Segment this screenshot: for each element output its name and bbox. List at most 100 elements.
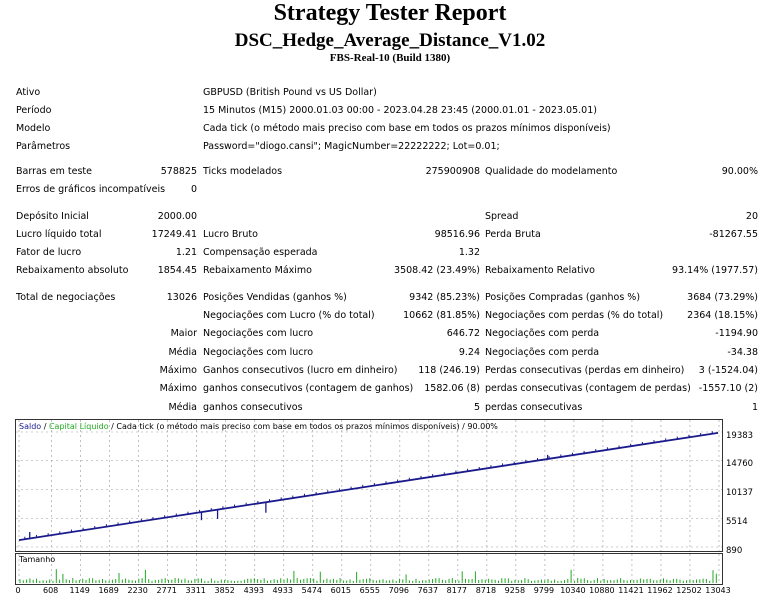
x-tick-label: 0 [15,586,21,595]
legend-capital: Capital Líquido [48,422,109,431]
media-perdas-cons-value: 1 [751,402,758,413]
row-media-consecutivos: Média ganhos consecutivos 5 perdas conse… [0,401,780,415]
volume-chart-svg [18,554,720,584]
maior-perda-value: -1194.90 [715,328,758,339]
chart-legend: Saldo / Capital Líquido / Cada tick (o m… [19,422,498,431]
compensacao-value: 1.32 [458,247,480,258]
x-tick-label: 12502 [676,586,702,595]
modelo-label: Modelo [16,123,51,134]
y-tick-label: 10137 [726,488,754,498]
row-modelo: Modelo Cada tick (o método mais preciso … [0,122,780,136]
row-maximo-contagem: Máximo ganhos consecutivos (contagem de … [0,382,780,396]
lucro-liquido-value: 17249.41 [151,229,197,240]
max-perdas-cont-value: -1557.10 (2) [698,383,758,394]
x-tick-label: 6015 [330,586,351,595]
qualidade-value: 90.00% [721,166,758,177]
x-tick-label: 608 [42,586,59,595]
x-tick-label: 11421 [618,586,644,595]
row-erros: Erros de gráficos incompatíveis 0 [0,183,780,197]
ativo-value: GBPUSD (British Pound vs US Dollar) [203,87,377,98]
x-tick-label: 10880 [589,586,615,595]
pos-vend-value: 9342 (85.23%) [409,292,480,303]
spread-value: 20 [745,211,758,222]
neg-perda-value: 2364 (18.15%) [687,310,758,321]
reb-rel-value: 93.14% (1977.57) [672,265,758,276]
reb-rel-label: Rebaixamento Relativo [485,265,595,276]
x-tick-label: 8177 [446,586,468,595]
modelo-value: Cada tick (o método mais preciso com bas… [203,123,611,134]
x-tick-label: 7637 [417,586,439,595]
reb-abs-label: Rebaixamento absoluto [16,265,129,276]
total-neg-label: Total de negociações [16,292,116,303]
row-parametros: Parâmetros Password="diogo.cansi"; Magic… [0,140,780,154]
row-ativo: Ativo GBPUSD (British Pound vs US Dollar… [0,86,780,100]
x-tick-label: 3311 [185,586,206,595]
max-ganhos-din-label: Ganhos consecutivos (lucro em dinheiro) [203,365,398,376]
maior-lucro-value: 646.72 [446,328,480,339]
volume-label: Tamanho [19,555,56,564]
x-tick-label: 11962 [647,586,673,595]
x-tick-label: 2230 [127,586,148,595]
lucro-bruto-label: Lucro Bruto [203,229,258,240]
report-title: Strategy Tester Report [273,0,507,26]
reb-abs-value: 1854.45 [157,265,197,276]
pos-comp-value: 3684 (73.29%) [687,292,758,303]
max-perdas-din-value: 3 (-1524.04) [698,365,758,376]
x-tick-label: 1149 [69,586,90,595]
x-tick-label: 2771 [156,586,177,595]
parametros-value: Password="diogo.cansi"; MagicNumber=2222… [203,141,500,152]
erros-value: 0 [190,184,197,195]
max-ganhos-cont-label: ganhos consecutivos (contagem de ganhos) [203,383,414,394]
x-tick-label: 9799 [533,586,555,595]
total-neg-value: 13026 [166,292,197,303]
row-maior: Maior Negociações com lucro 646.72 Negoc… [0,327,780,341]
neg-lucro-value: 10662 (81.85%) [403,310,480,321]
ativo-label: Ativo [16,87,41,98]
balance-chart: Saldo / Capital Líquido / Cada tick (o m… [15,419,723,552]
max-perdas-din-label: Perdas consecutivas (perdas em dinheiro) [485,365,685,376]
media-ganhos-cons-label: ganhos consecutivos [203,402,303,413]
row-total-neg: Total de negociações 13026 Posições Vend… [0,291,780,305]
legend-separator: / [41,422,49,431]
parametros-label: Parâmetros [16,141,71,152]
row-lucro: Lucro líquido total 17249.41 Lucro Bruto… [0,228,780,242]
deposito-value: 2000.00 [157,211,197,222]
y-tick-label: 5514 [726,517,748,527]
x-tick-label: 6555 [359,586,380,595]
spread-label: Spread [485,211,519,222]
barras-label: Barras em teste [16,166,92,177]
maior-label: Maior [170,328,197,339]
qualidade-label: Qualidade do modelamento [485,166,618,177]
row-deposito: Depósito Inicial 2000.00 Spread 20 [0,210,780,224]
x-tick-label: 4393 [243,586,264,595]
max-ganhos-din-value: 118 (246.19) [418,365,480,376]
row-fator: Fator de lucro 1.21 Compensação esperada… [0,246,780,260]
balance-line [18,431,719,541]
fator-label: Fator de lucro [16,247,82,258]
deposito-label: Depósito Inicial [16,211,89,222]
media-lucro-value: 9.24 [458,347,480,358]
legend-saldo: Saldo [19,422,42,431]
fator-value: 1.21 [175,247,197,258]
lucro-bruto-value: 98516.96 [434,229,480,240]
x-tick-label: 10340 [560,586,586,595]
legend-description: / Cada tick (o método mais preciso com b… [108,422,498,431]
row-rebaixamento: Rebaixamento absoluto 1854.45 Rebaixamen… [0,264,780,278]
pos-vend-label: Posições Vendidas (ganhos %) [203,292,347,303]
erros-label: Erros de gráficos incompatíveis [16,184,166,195]
neg-lucro-label: Negociações com Lucro (% do total) [203,310,375,321]
x-tick-label: 5474 [301,586,322,595]
row-barras: Barras em teste 578825 Ticks modelados 2… [0,165,780,179]
max-ganhos-cont-value: 1582.06 (8) [424,383,480,394]
x-tick-label: 1689 [98,586,119,595]
compensacao-label: Compensação esperada [203,247,318,258]
row-neg-lucro: Negociações com Lucro (% do total) 10662… [0,309,780,323]
max-perdas-cont-label: perdas consecutivas (contagem de perdas) [485,383,691,394]
periodo-value: 15 Minutos (M15) 2000.01.03 00:00 - 2023… [203,105,597,116]
perda-bruta-label: Perda Bruta [485,229,541,240]
perda-bruta-value: -81267.55 [709,229,758,240]
barras-value: 578825 [160,166,197,177]
ticks-label: Ticks modelados [203,166,283,177]
media-label: Média [168,347,197,358]
volume-chart: Tamanho [15,553,723,585]
